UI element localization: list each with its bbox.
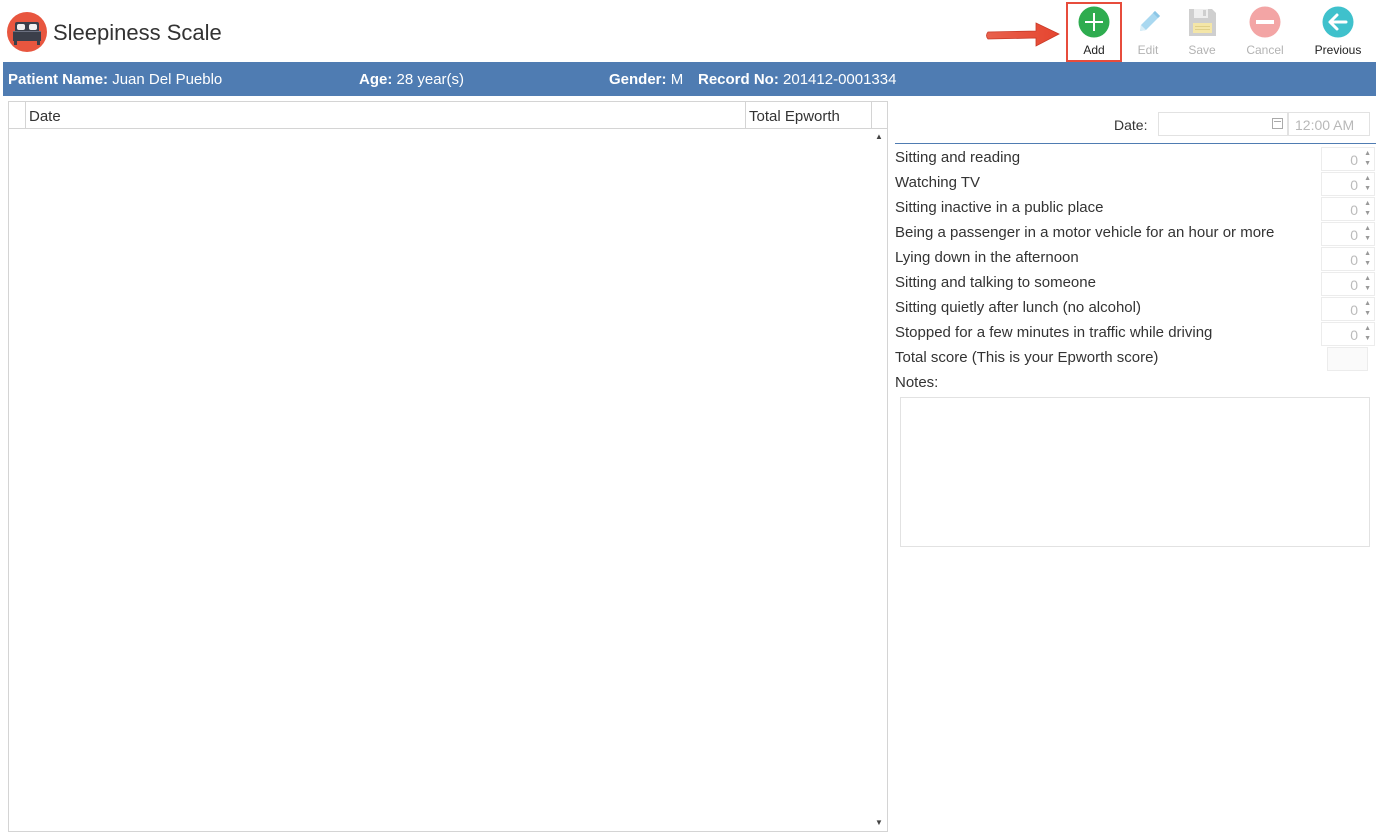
column-header-date[interactable]: Date [29, 108, 61, 125]
time-field[interactable]: 12:00 AM [1288, 112, 1370, 136]
spinner-down-icon[interactable]: ▼ [1364, 335, 1371, 343]
calendar-icon[interactable] [1272, 118, 1283, 129]
patient-gender: Gender: M [609, 71, 683, 88]
edit-button[interactable]: Edit [1120, 4, 1176, 60]
spinner-value: 0 [1350, 177, 1358, 193]
patient-age: Age: 28 year(s) [359, 71, 464, 88]
spinner-down-icon[interactable]: ▼ [1364, 310, 1371, 318]
cancel-label: Cancel [1246, 43, 1284, 57]
notes-textarea[interactable] [900, 397, 1370, 547]
previous-button[interactable]: Previous [1310, 4, 1366, 60]
spinner-down-icon[interactable]: ▼ [1364, 160, 1371, 168]
spinner-up-icon[interactable]: ▲ [1364, 150, 1371, 158]
add-button-highlight [1066, 2, 1122, 62]
question-score-spinner[interactable]: 0 ▲ ▼ [1321, 297, 1375, 321]
pencil-icon [1140, 11, 1160, 31]
scroll-down-icon[interactable]: ▼ [873, 817, 885, 829]
records-grid[interactable]: Date Total Epworth ▲ ▼ [8, 101, 888, 832]
date-field[interactable] [1158, 112, 1288, 136]
question-label: Sitting quietly after lunch (no alcohol) [895, 299, 1141, 316]
row-indicator-header [9, 102, 26, 129]
arrow-annotation-icon [986, 22, 1060, 47]
spinner-down-icon[interactable]: ▼ [1364, 185, 1371, 193]
spinner-up-icon[interactable]: ▲ [1364, 225, 1371, 233]
question-label: Sitting and reading [895, 149, 1021, 166]
patient-name-value: Juan Del Pueblo [112, 71, 223, 88]
grid-header: Date Total Epworth [9, 102, 887, 129]
question-score-spinner[interactable]: 0 ▲ ▼ [1321, 272, 1375, 296]
question-label: Lying down in the afternoon [895, 249, 1079, 266]
spinner-value: 0 [1350, 302, 1358, 318]
arrow-left-circle-icon [1322, 6, 1354, 38]
patient-record-label: Record No: [698, 71, 779, 88]
question-label: Stopped for a few minutes in traffic whi… [895, 324, 1213, 341]
total-score-field [1327, 347, 1368, 371]
question-score-spinner[interactable]: 0 ▲ ▼ [1321, 247, 1375, 271]
question-score-spinner[interactable]: 0 ▲ ▼ [1321, 322, 1375, 346]
spinner-value: 0 [1350, 202, 1358, 218]
bed-icon [7, 12, 47, 52]
spinner-down-icon[interactable]: ▼ [1364, 260, 1371, 268]
patient-info-bar: Patient Name: Juan Del Pueblo Age: 28 ye… [3, 62, 1376, 96]
spinner-up-icon[interactable]: ▲ [1364, 250, 1371, 258]
patient-record: Record No: 201412-0001334 [698, 71, 896, 88]
patient-name: Patient Name: Juan Del Pueblo [8, 71, 222, 88]
spinner-up-icon[interactable]: ▲ [1364, 300, 1371, 308]
spinner-value: 0 [1350, 277, 1358, 293]
spinner-value: 0 [1350, 152, 1358, 168]
notes-label: Notes: [895, 374, 939, 391]
patient-name-label: Patient Name: [8, 71, 109, 88]
edit-label: Edit [1137, 43, 1159, 57]
question-score-spinner[interactable]: 0 ▲ ▼ [1321, 147, 1375, 171]
question-score-spinner[interactable]: 0 ▲ ▼ [1321, 222, 1375, 246]
column-header-total-epworth[interactable]: Total Epworth [749, 108, 840, 125]
question-label: Sitting and talking to someone [895, 274, 1096, 291]
question-score-spinner[interactable]: 0 ▲ ▼ [1321, 172, 1375, 196]
form-divider [895, 143, 1376, 144]
save-button[interactable]: Save [1174, 4, 1230, 60]
question-score-spinner[interactable]: 0 ▲ ▼ [1321, 197, 1375, 221]
cancel-button[interactable]: Cancel [1237, 4, 1293, 60]
spinner-up-icon[interactable]: ▲ [1364, 175, 1371, 183]
question-label: Watching TV [895, 174, 981, 191]
floppy-disk-icon [1189, 9, 1216, 36]
patient-record-value: 201412-0001334 [783, 71, 897, 88]
spinner-up-icon[interactable]: ▲ [1364, 200, 1371, 208]
spinner-value: 0 [1350, 327, 1358, 343]
date-label: Date: [1114, 117, 1148, 133]
spinner-down-icon[interactable]: ▼ [1364, 235, 1371, 243]
previous-label: Previous [1314, 43, 1362, 57]
spinner-up-icon[interactable]: ▲ [1364, 325, 1371, 333]
question-label: Being a passenger in a motor vehicle for… [895, 224, 1275, 241]
patient-gender-value: M [670, 71, 684, 88]
save-label: Save [1188, 43, 1216, 57]
spinner-value: 0 [1350, 252, 1358, 268]
patient-gender-label: Gender: [609, 71, 667, 88]
page-title: Sleepiness Scale [53, 20, 222, 45]
header: Sleepiness Scale Add Edit Save Cancel Pr… [0, 0, 1376, 62]
question-label: Sitting inactive in a public place [895, 199, 1104, 216]
spinner-down-icon[interactable]: ▼ [1364, 285, 1371, 293]
minus-circle-icon [1249, 6, 1281, 38]
spinner-up-icon[interactable]: ▲ [1364, 275, 1371, 283]
spinner-down-icon[interactable]: ▼ [1364, 210, 1371, 218]
patient-age-value: 28 year(s) [396, 71, 465, 88]
patient-age-label: Age: [359, 71, 393, 88]
scroll-up-icon[interactable]: ▲ [873, 131, 885, 143]
total-score-label: Total score (This is your Epworth score) [895, 349, 1159, 366]
spinner-value: 0 [1350, 227, 1358, 243]
